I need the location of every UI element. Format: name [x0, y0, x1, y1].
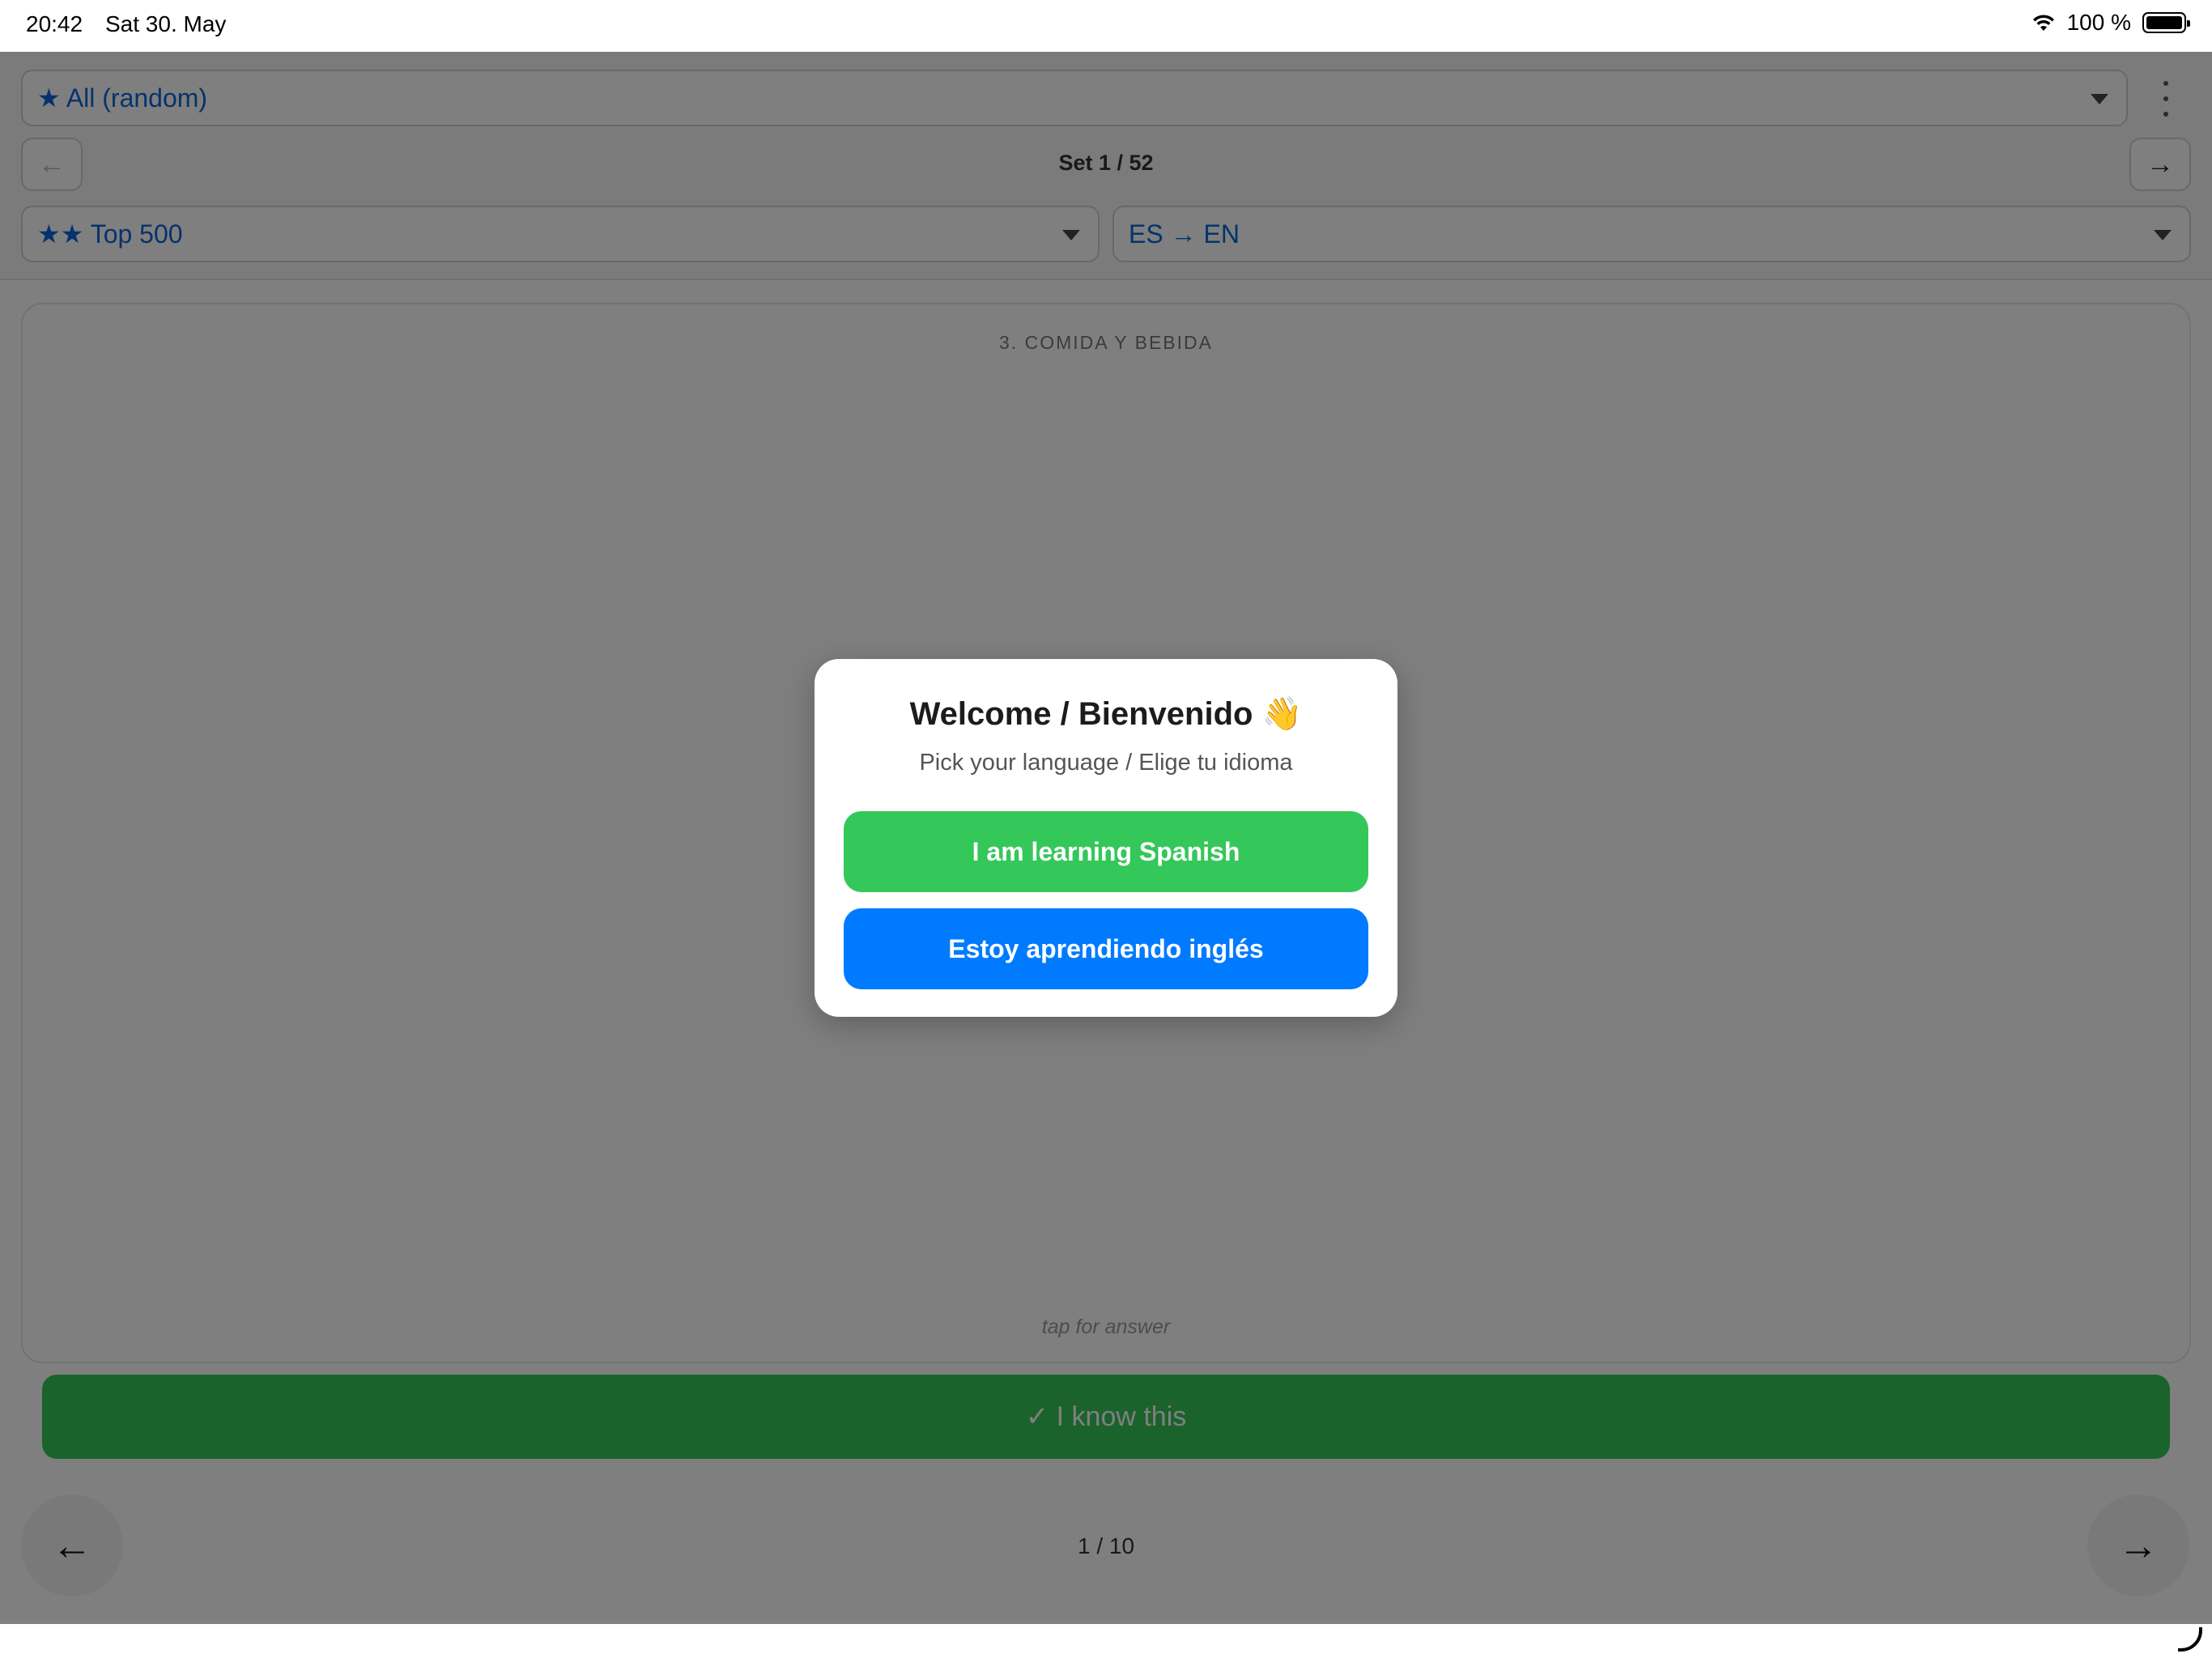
welcome-dialog: Welcome / Bienvenido 👋 Pick your languag… [815, 659, 1397, 1017]
battery-icon [2142, 12, 2190, 33]
wifi-icon [2032, 15, 2054, 31]
status-date: Sat 30. May [105, 11, 227, 36]
status-bar: 20:42 Sat 30. May 100 % [0, 0, 2212, 52]
home-indicator-area [0, 1624, 2212, 1658]
dialog-subtitle: Pick your language / Elige tu idioma [919, 750, 1293, 776]
battery-percent: 100 % [2066, 10, 2131, 35]
dialog-title: Welcome / Bienvenido 👋 [909, 696, 1303, 732]
status-indicators: 100 % [2031, 10, 2190, 36]
corner-glyph-icon [2178, 1627, 2202, 1652]
learning-english-button[interactable]: Estoy aprendiendo inglés [844, 908, 1368, 989]
learning-spanish-button[interactable]: I am learning Spanish [844, 811, 1368, 892]
status-time: 20:42 [26, 11, 83, 36]
